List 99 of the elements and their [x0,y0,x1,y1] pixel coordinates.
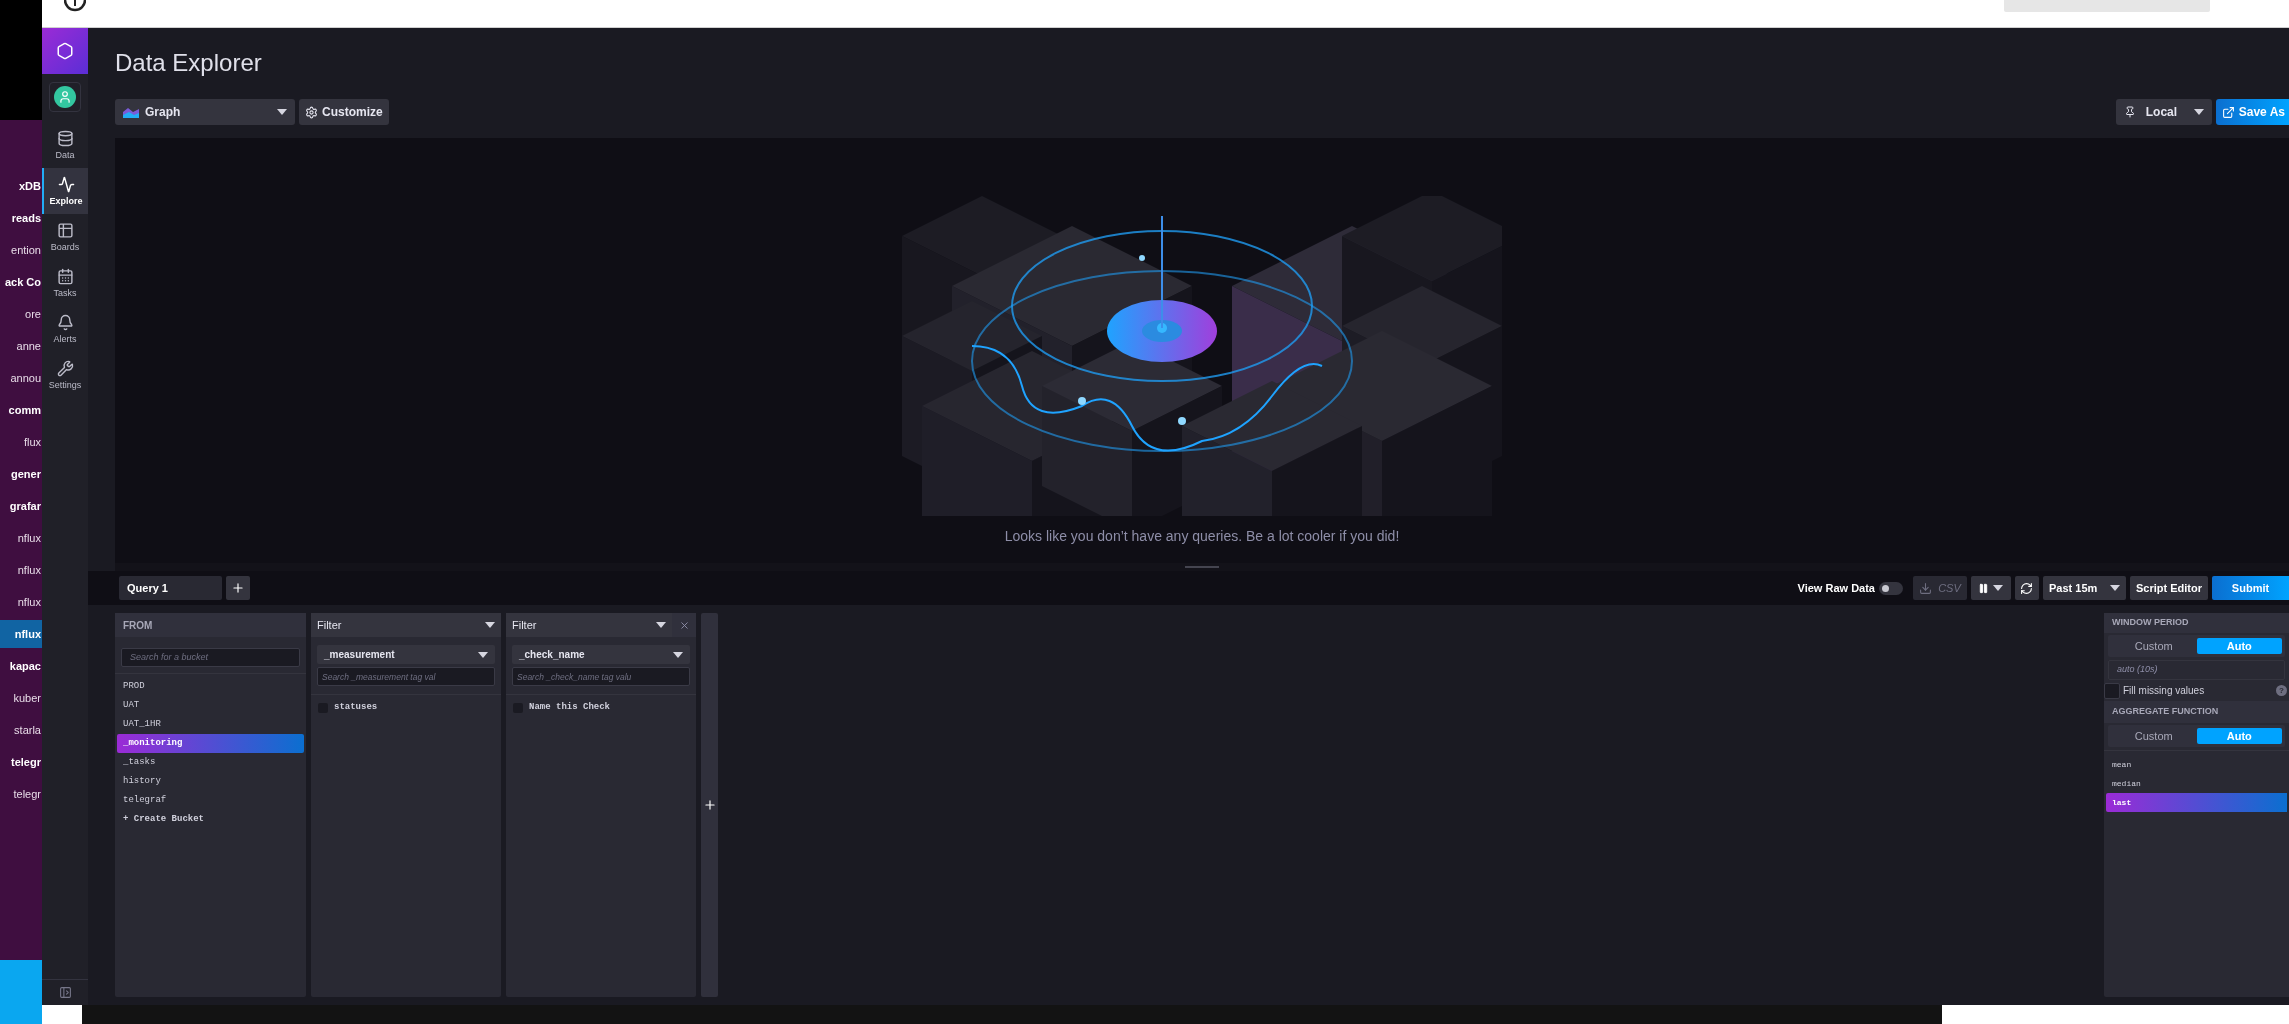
area-graph-icon [123,106,139,118]
info-circle-icon [64,0,86,14]
caret-icon [1993,585,2004,591]
bucket-item[interactable]: telegraf [117,791,304,810]
timezone-dropdown[interactable]: Local [2115,99,2212,125]
view-raw-data-toggle[interactable] [1879,581,1903,595]
bucket-item[interactable]: PROD [117,677,304,696]
aggregate-function-item[interactable]: last [2106,793,2287,812]
plus-icon [231,581,245,595]
channel-name-fragment: reads [10,211,42,226]
fill-missing-label: Fill missing values [2123,684,2206,698]
database-icon [56,129,74,147]
channel-name-fragment: grafar [8,499,42,514]
pulse-icon [57,175,75,193]
section-title: AGGREGATE FUNCTION [2104,701,2289,723]
save-as-button[interactable]: Save As [2215,99,2289,125]
add-query-button[interactable] [226,576,250,600]
bucket-search-field[interactable]: Search for a bucket [121,647,300,667]
nav-item[interactable]: Settings [42,352,88,398]
channel-name-fragment: kapac [8,659,42,674]
calendar-icon [56,267,74,285]
resize-handle[interactable] [1185,566,1219,568]
tag-value-label: Name this Check [529,701,610,715]
caret-icon [2110,585,2120,591]
time-range-dropdown[interactable]: Past 15m [2043,576,2126,600]
user-icon [58,90,72,104]
tag-value-search-field[interactable]: Search _check_name tag valu [512,667,690,686]
caret-icon [2193,109,2204,115]
bucket-item[interactable]: UAT_1HR [117,715,304,734]
filter-function-dropdown[interactable]: Filter [506,613,672,637]
channel-name-fragment: anne [15,339,42,354]
query-tab[interactable]: Query 1 [119,576,222,600]
bell-icon [56,313,74,331]
section-title: WINDOW PERIOD [2104,613,2289,633]
pause-icon [1978,582,1990,594]
logo-icon[interactable] [42,28,88,74]
segment-option[interactable]: Custom [2111,728,2197,744]
bucket-item[interactable]: _monitoring [117,734,304,753]
caret-icon [485,622,495,628]
view-type-dropdown[interactable]: Graph [115,99,295,125]
channel-name-fragment: annou [9,371,42,386]
gear-icon [305,105,318,119]
tag-key-dropdown[interactable]: _measurement [317,645,495,664]
view-raw-data-label: View Raw Data [1797,580,1875,596]
bucket-item[interactable]: _tasks [117,753,304,772]
checkbox[interactable] [2104,682,2120,699]
channel-name-fragment: nflux [16,595,42,610]
plus-icon [702,798,717,812]
channel-name-fragment: ore [24,307,42,322]
external-link-icon [2221,105,2235,119]
segment-option[interactable]: Custom [2111,638,2197,654]
channel-name-fragment: ention [10,243,42,258]
channel-name-fragment: kuber [12,691,42,706]
download-icon [1919,581,1933,595]
expand-sidebar-icon[interactable] [58,986,72,999]
caret-icon [277,109,287,115]
submit-button[interactable]: Submit [2212,576,2289,600]
close-icon[interactable] [672,613,696,637]
channel-name-fragment: xDB [18,179,42,194]
script-editor-button[interactable]: Script Editor [2130,576,2208,600]
nav-item[interactable]: Explore [42,168,88,214]
nav-item[interactable]: Tasks [42,260,88,306]
aggregate-function-item[interactable]: median [2106,774,2287,793]
avatar-button[interactable] [49,82,81,112]
tag-value-search-field[interactable]: Search _measurement tag val [317,667,495,686]
bucket-item[interactable]: UAT [117,696,304,715]
page-title: Data Explorer [115,48,263,78]
grid-icon [56,221,74,239]
caret-icon [478,651,488,658]
nav-item[interactable]: Data [42,122,88,168]
customize-button[interactable]: Customize [299,99,389,125]
refresh-icon [2020,581,2034,595]
aggregate-function-item[interactable]: mean [2106,755,2287,774]
caret-icon [673,651,683,658]
channel-name-fragment: comm [7,403,42,418]
refresh-button[interactable] [2015,576,2039,600]
nav-item[interactable]: Alerts [42,306,88,352]
filter-function-dropdown[interactable]: Filter [311,613,501,637]
from-panel-title: FROM [115,613,306,637]
channel-name-fragment: gener [10,467,42,482]
bucket-item[interactable]: history [117,772,304,791]
channel-name-fragment: nflux [0,620,42,648]
channel-name-fragment: nflux [16,563,42,578]
caret-icon [656,622,666,628]
channel-name-fragment: ack Co [3,275,42,290]
channel-name-fragment: nflux [16,531,42,546]
channel-name-fragment: flux [22,435,42,450]
create-bucket-link[interactable]: + Create Bucket [117,810,304,829]
nav-item[interactable]: Boards [42,214,88,260]
tag-value-label: statuses [334,701,378,715]
channel-name-fragment: telegr [12,787,42,802]
tag-key-dropdown[interactable]: _check_name [512,645,690,664]
wrench-icon [56,359,74,377]
pin-icon [2123,106,2136,118]
window-period-field: auto (10s) [2108,660,2285,680]
channel-name-fragment: telegr [10,755,42,770]
pause-dropdown[interactable] [1971,576,2011,600]
channel-name-fragment: starla [13,723,42,738]
empty-state-message: Looks like you don’t have any queries. Be a lot cooler if you did! [1004,527,1400,546]
